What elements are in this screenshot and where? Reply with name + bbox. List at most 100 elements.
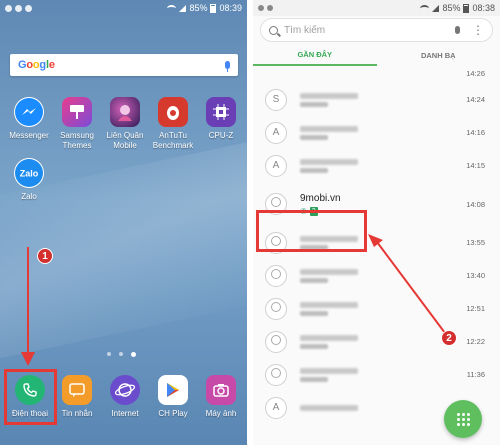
status-bar-left: 85% 08:39 (0, 0, 247, 16)
app-label: Internet (111, 409, 139, 418)
call-log-row[interactable]: 14:26 (253, 66, 500, 83)
page-indicator (107, 352, 136, 357)
google-search-bar[interactable]: Google (10, 54, 238, 76)
call-time: 12:51 (466, 304, 485, 313)
screenshot-root: 85% 08:39 Google Messenger Samsung Theme… (0, 0, 500, 445)
game-icon (110, 97, 140, 127)
notification-icon (258, 5, 264, 11)
app-label: Messenger (9, 131, 49, 140)
blurred-name (300, 125, 358, 132)
battery-icon (210, 3, 217, 13)
contact-search-bar[interactable]: Tìm kiếm ⋮ (260, 18, 493, 42)
search-icon (269, 25, 278, 35)
contact-avatar: A (265, 396, 287, 419)
contact-avatar (265, 264, 287, 287)
contact-avatar: S (265, 88, 287, 111)
page-dot (107, 352, 111, 356)
app-zalo[interactable]: Zalo Zalo (1, 158, 57, 202)
google-logo: Google (18, 59, 55, 71)
blurred-detail (300, 101, 328, 107)
notification-icon (5, 4, 12, 12)
page-dot (119, 352, 123, 356)
app-label: Máy ảnh (205, 409, 237, 418)
phone-tabs: GẦN ĐÂY DANH BẠ (253, 44, 500, 66)
messenger-icon (14, 97, 44, 127)
app-label: CPU-Z (208, 131, 234, 140)
microphone-icon[interactable] (455, 26, 460, 34)
call-time: 14:15 (466, 161, 485, 170)
contact-avatar: A (265, 154, 287, 177)
call-log-row[interactable]: 13:40 (253, 259, 500, 292)
globe-icon (110, 375, 140, 405)
search-placeholder: Tìm kiếm (284, 24, 326, 36)
highlight-box-phone (4, 369, 57, 425)
blurred-name (300, 404, 358, 411)
wifi-icon (420, 4, 430, 12)
contact-avatar (265, 330, 287, 353)
call-time: 14:26 (466, 69, 485, 78)
call-time: 11:36 (466, 370, 485, 379)
call-time: 13:40 (466, 271, 485, 280)
call-log-row[interactable]: 12:51 (253, 292, 500, 325)
more-options-icon[interactable]: ⋮ (472, 24, 484, 36)
call-log-row[interactable]: A 14:16 (253, 116, 500, 149)
blurred-detail (300, 277, 328, 283)
blurred-name (300, 334, 358, 341)
blurred-name (300, 92, 358, 99)
tab-recent[interactable]: GẦN ĐÂY (253, 44, 377, 66)
contact-avatar (265, 297, 287, 320)
blurred-detail (300, 376, 328, 382)
home-screen: 85% 08:39 Google Messenger Samsung Theme… (0, 0, 247, 445)
phone-app-screen: 85% 08:38 Tìm kiếm ⋮ GẦN ĐÂY DANH BẠ 14:… (253, 0, 500, 445)
message-icon (62, 375, 92, 405)
highlight-box-contact (256, 210, 367, 252)
battery-percent: 85% (442, 3, 461, 13)
svg-text:Zalo: Zalo (20, 169, 39, 179)
clock: 08:38 (472, 3, 495, 13)
dialpad-icon (456, 412, 470, 426)
contact-avatar: A (265, 121, 287, 144)
camera-icon (206, 375, 236, 405)
tab-contacts[interactable]: DANH BẠ (377, 44, 500, 66)
call-log-row[interactable]: 12:22 (253, 325, 500, 358)
step-badge-2: 2 (441, 330, 457, 346)
notification-icon (25, 4, 32, 12)
notification-icon (15, 4, 22, 12)
antutu-icon (158, 97, 188, 127)
call-time: 13:55 (466, 238, 485, 247)
page-dot-active (131, 352, 136, 357)
call-log-row[interactable]: S 14:24 (253, 83, 500, 116)
call-log-row[interactable]: 11:36 (253, 358, 500, 391)
blurred-detail (300, 310, 328, 316)
call-time: 14:24 (466, 95, 485, 104)
contact-avatar (265, 363, 287, 386)
app-cpu-z[interactable]: CPU-Z (193, 97, 247, 141)
cpu-icon (206, 97, 236, 127)
blurred-name (300, 367, 358, 374)
dialpad-button[interactable] (444, 400, 482, 438)
call-time: 14:08 (466, 199, 485, 209)
blurred-name (300, 268, 358, 275)
blurred-detail (300, 343, 328, 349)
blurred-detail (300, 167, 328, 173)
zalo-icon: Zalo (14, 158, 44, 188)
blurred-detail (300, 134, 328, 140)
clock: 08:39 (219, 3, 242, 13)
app-label: Zalo (21, 192, 37, 201)
app-camera[interactable]: Máy ảnh (193, 375, 247, 419)
notification-icon (267, 5, 273, 11)
app-label: CH Play (158, 409, 188, 418)
call-time: 12:22 (466, 337, 485, 346)
call-time: 14:16 (466, 128, 485, 137)
play-store-icon (158, 375, 188, 405)
battery-percent: 85% (189, 3, 208, 13)
blurred-name (300, 301, 358, 308)
status-bar-right: 85% 08:38 (253, 0, 500, 16)
themes-icon (62, 97, 92, 127)
blurred-name (300, 158, 358, 165)
microphone-icon[interactable] (225, 61, 230, 72)
wifi-icon (167, 4, 177, 12)
battery-icon (463, 3, 470, 13)
signal-icon (179, 4, 187, 12)
call-log-row[interactable]: A 14:15 (253, 149, 500, 182)
